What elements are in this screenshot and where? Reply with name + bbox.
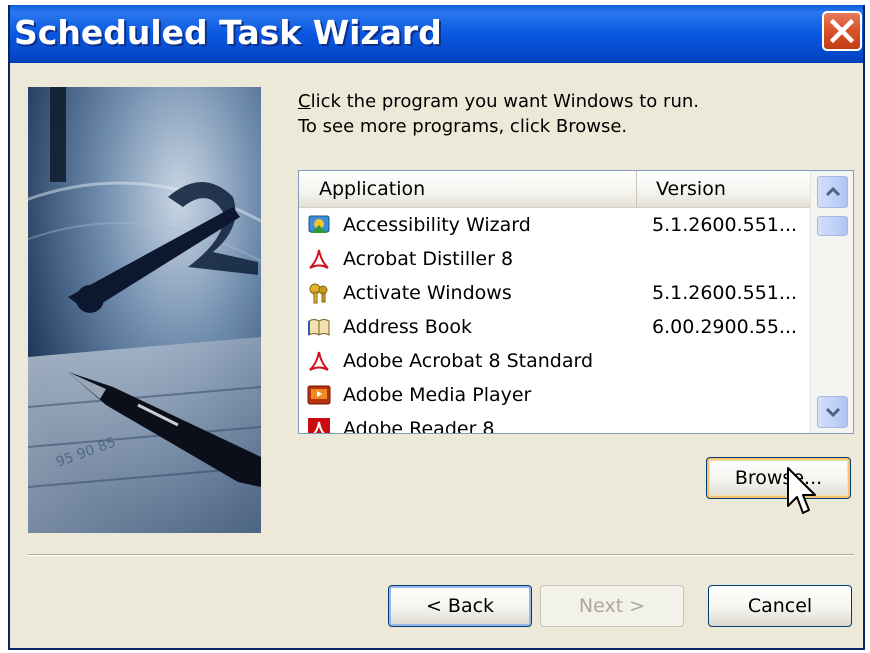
vertical-scrollbar[interactable] <box>810 171 853 433</box>
adobe-acrobat-icon <box>309 351 329 371</box>
wizard-window: Scheduled Task Wizard 95 90 85 Click the… <box>8 5 865 650</box>
scroll-thumb[interactable] <box>817 215 848 236</box>
back-button[interactable]: < Back <box>388 585 532 627</box>
instructions-text: Click the program you want Windows to ru… <box>298 89 699 139</box>
mouse-pointer-icon <box>787 467 816 514</box>
accessibility-wizard-icon <box>308 215 330 233</box>
close-x-icon <box>830 19 854 43</box>
list-item-name: Activate Windows <box>343 282 512 304</box>
list-item-version: 5.1.2600.551... <box>652 282 798 304</box>
list-item-name: Adobe Reader 8 <box>343 418 495 434</box>
list-item-adobe-acrobat-standard[interactable]: Adobe Acrobat 8 Standard <box>299 344 810 378</box>
list-item-activate-windows[interactable]: Activate Windows 5.1.2600.551... <box>299 276 810 310</box>
list-item-name: Acrobat Distiller 8 <box>343 248 514 270</box>
keys-icon <box>309 283 328 304</box>
instruction-line-2: To see more programs, click Browse. <box>298 116 628 137</box>
adobe-acrobat-icon <box>309 249 329 269</box>
list-item-name: Adobe Media Player <box>343 384 532 406</box>
next-button[interactable]: Next > <box>540 585 684 627</box>
window-title: Scheduled Task Wizard <box>14 13 442 52</box>
mnemonic-c: C <box>298 91 311 112</box>
scroll-down-button[interactable] <box>817 396 848 428</box>
column-header-version[interactable]: Version <box>638 171 808 207</box>
list-item-name: Address Book <box>343 316 472 338</box>
scroll-up-button[interactable] <box>817 176 848 208</box>
list-item-acrobat-distiller[interactable]: Acrobat Distiller 8 <box>299 242 810 276</box>
address-book-icon <box>308 319 330 336</box>
list-item-name: Accessibility Wizard <box>343 214 531 236</box>
list-item-version: 6.00.2900.55... <box>652 316 798 338</box>
list-item-address-book[interactable]: Address Book 6.00.2900.55... <box>299 310 810 344</box>
adobe-reader-icon <box>308 418 330 433</box>
instruction-line-1: Click the program you want Windows to ru… <box>298 89 699 114</box>
instruction-line-1-text: lick the program you want Windows to run… <box>310 91 699 112</box>
divider <box>28 554 854 556</box>
close-button[interactable] <box>822 11 862 51</box>
chevron-up-icon <box>825 186 841 197</box>
program-list[interactable]: Application Version Accessibility Wizard… <box>298 170 854 434</box>
wizard-clock-pen-image: 95 90 85 <box>28 87 261 533</box>
list-item-name: Adobe Acrobat 8 Standard <box>343 350 594 372</box>
cancel-button[interactable]: Cancel <box>708 585 852 627</box>
chevron-down-icon <box>825 407 841 418</box>
list-item-adobe-media-player[interactable]: Adobe Media Player <box>299 378 810 412</box>
column-header-application[interactable]: Application <box>299 171 637 207</box>
list-item-adobe-reader[interactable]: Adobe Reader 8 <box>299 412 810 434</box>
title-bar[interactable]: Scheduled Task Wizard <box>10 5 863 63</box>
media-player-icon <box>307 385 331 405</box>
list-item-accessibility-wizard[interactable]: Accessibility Wizard 5.1.2600.551... <box>299 208 810 242</box>
list-body: Accessibility Wizard 5.1.2600.551... Acr… <box>299 208 810 434</box>
list-item-version: 5.1.2600.551... <box>652 214 798 236</box>
list-header: Application Version <box>299 171 810 208</box>
browse-button[interactable]: Browse... <box>706 457 851 499</box>
